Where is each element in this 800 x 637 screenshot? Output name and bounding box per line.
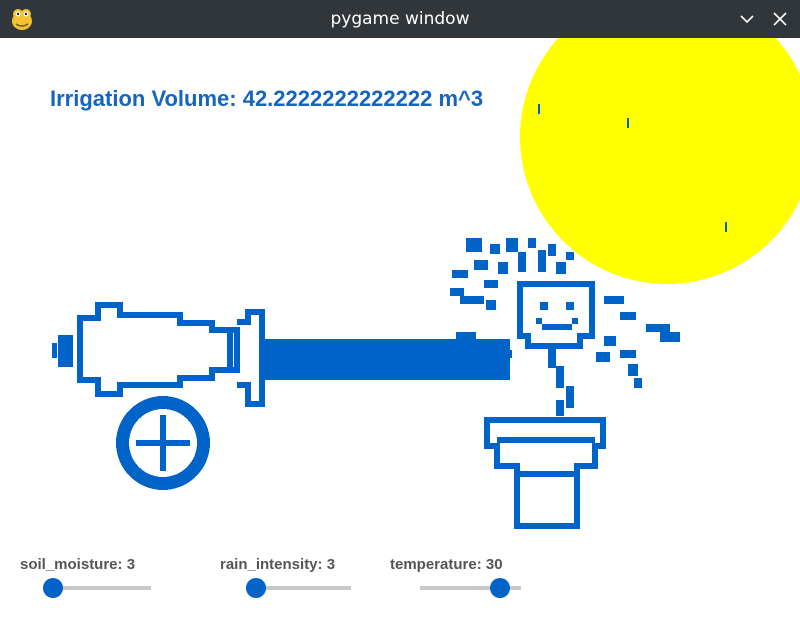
irrigation-volume-readout: Irrigation Volume: 42.2222222222222 m^3 — [50, 86, 484, 111]
cannon-wheel-icon — [116, 396, 210, 490]
flower-face-icon — [517, 281, 595, 349]
window-titlebar[interactable]: pygame window — [0, 0, 800, 38]
water-cannon-icon — [52, 302, 265, 407]
slider-label-rain-intensity: rain_intensity: 3 — [220, 556, 336, 573]
slider-handle-soil-moisture[interactable] — [43, 578, 63, 598]
scene-graphics — [52, 38, 800, 529]
slider-handle-rain-intensity[interactable] — [246, 578, 266, 598]
game-canvas[interactable]: Irrigation Volume: 42.2222222222222 m^3 … — [0, 38, 800, 637]
slider-label-soil-moisture: soil_moisture: 3 — [20, 556, 136, 573]
flower-face-features — [536, 302, 578, 416]
window-title: pygame window — [330, 9, 470, 29]
slider-label-temperature: temperature: 30 — [390, 556, 503, 573]
chevron-down-icon[interactable] — [736, 8, 758, 30]
slider-handle-temperature[interactable] — [490, 578, 510, 598]
close-icon[interactable] — [769, 8, 791, 30]
sun-icon — [520, 38, 800, 284]
flower-pot-icon — [484, 417, 606, 529]
